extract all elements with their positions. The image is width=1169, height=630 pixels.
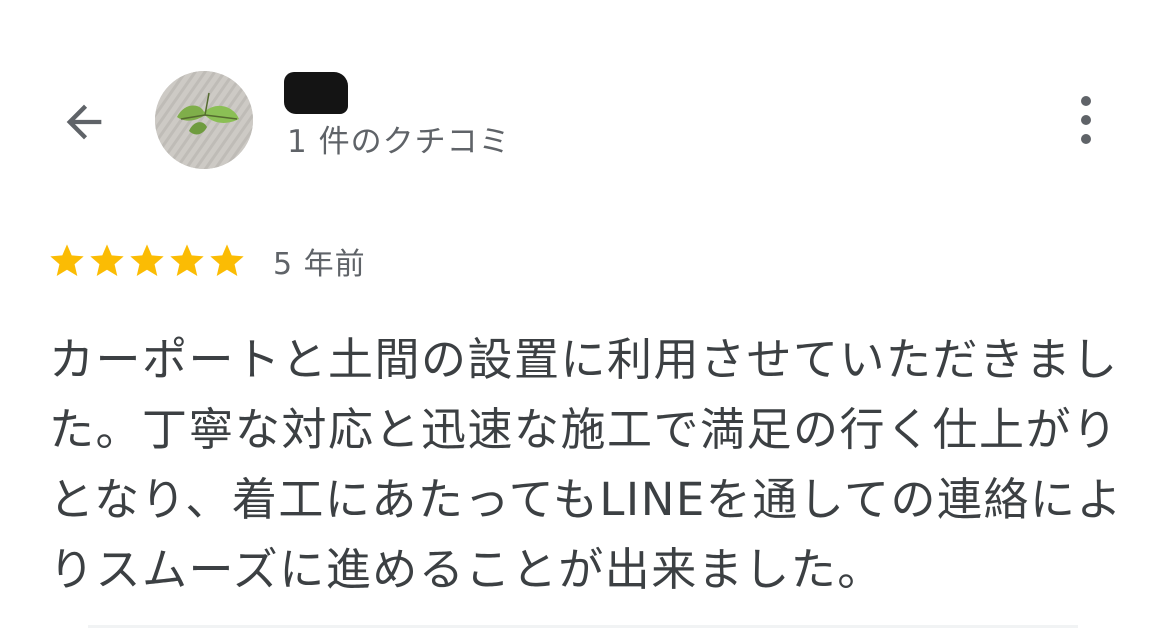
review-text: カーポートと土間の設置に利用させていただきました。丁寧な対応と迅速な施工で満足の… bbox=[49, 333, 1123, 596]
leaf-photo-avatar bbox=[155, 71, 253, 169]
star-icon bbox=[50, 244, 84, 276]
more-options-button[interactable] bbox=[1062, 88, 1110, 152]
more-vert-icon bbox=[1081, 96, 1091, 106]
rating-row: 5 年前 bbox=[47, 238, 366, 284]
star-icon bbox=[90, 244, 124, 276]
arrow-left-icon bbox=[66, 104, 102, 140]
more-vert-icon bbox=[1081, 134, 1091, 144]
avatar[interactable] bbox=[155, 71, 253, 169]
star-icon bbox=[170, 244, 204, 276]
star-icon bbox=[130, 244, 164, 276]
star-rating bbox=[47, 241, 247, 281]
divider bbox=[88, 625, 1078, 628]
reviewer-name[interactable]: 秋 bbox=[284, 72, 348, 114]
more-vert-icon bbox=[1081, 115, 1091, 125]
review-count: 1 件のクチコミ bbox=[287, 124, 511, 160]
back-button[interactable] bbox=[52, 90, 116, 154]
star-icon bbox=[210, 244, 244, 276]
review-time: 5 年前 bbox=[273, 247, 366, 282]
